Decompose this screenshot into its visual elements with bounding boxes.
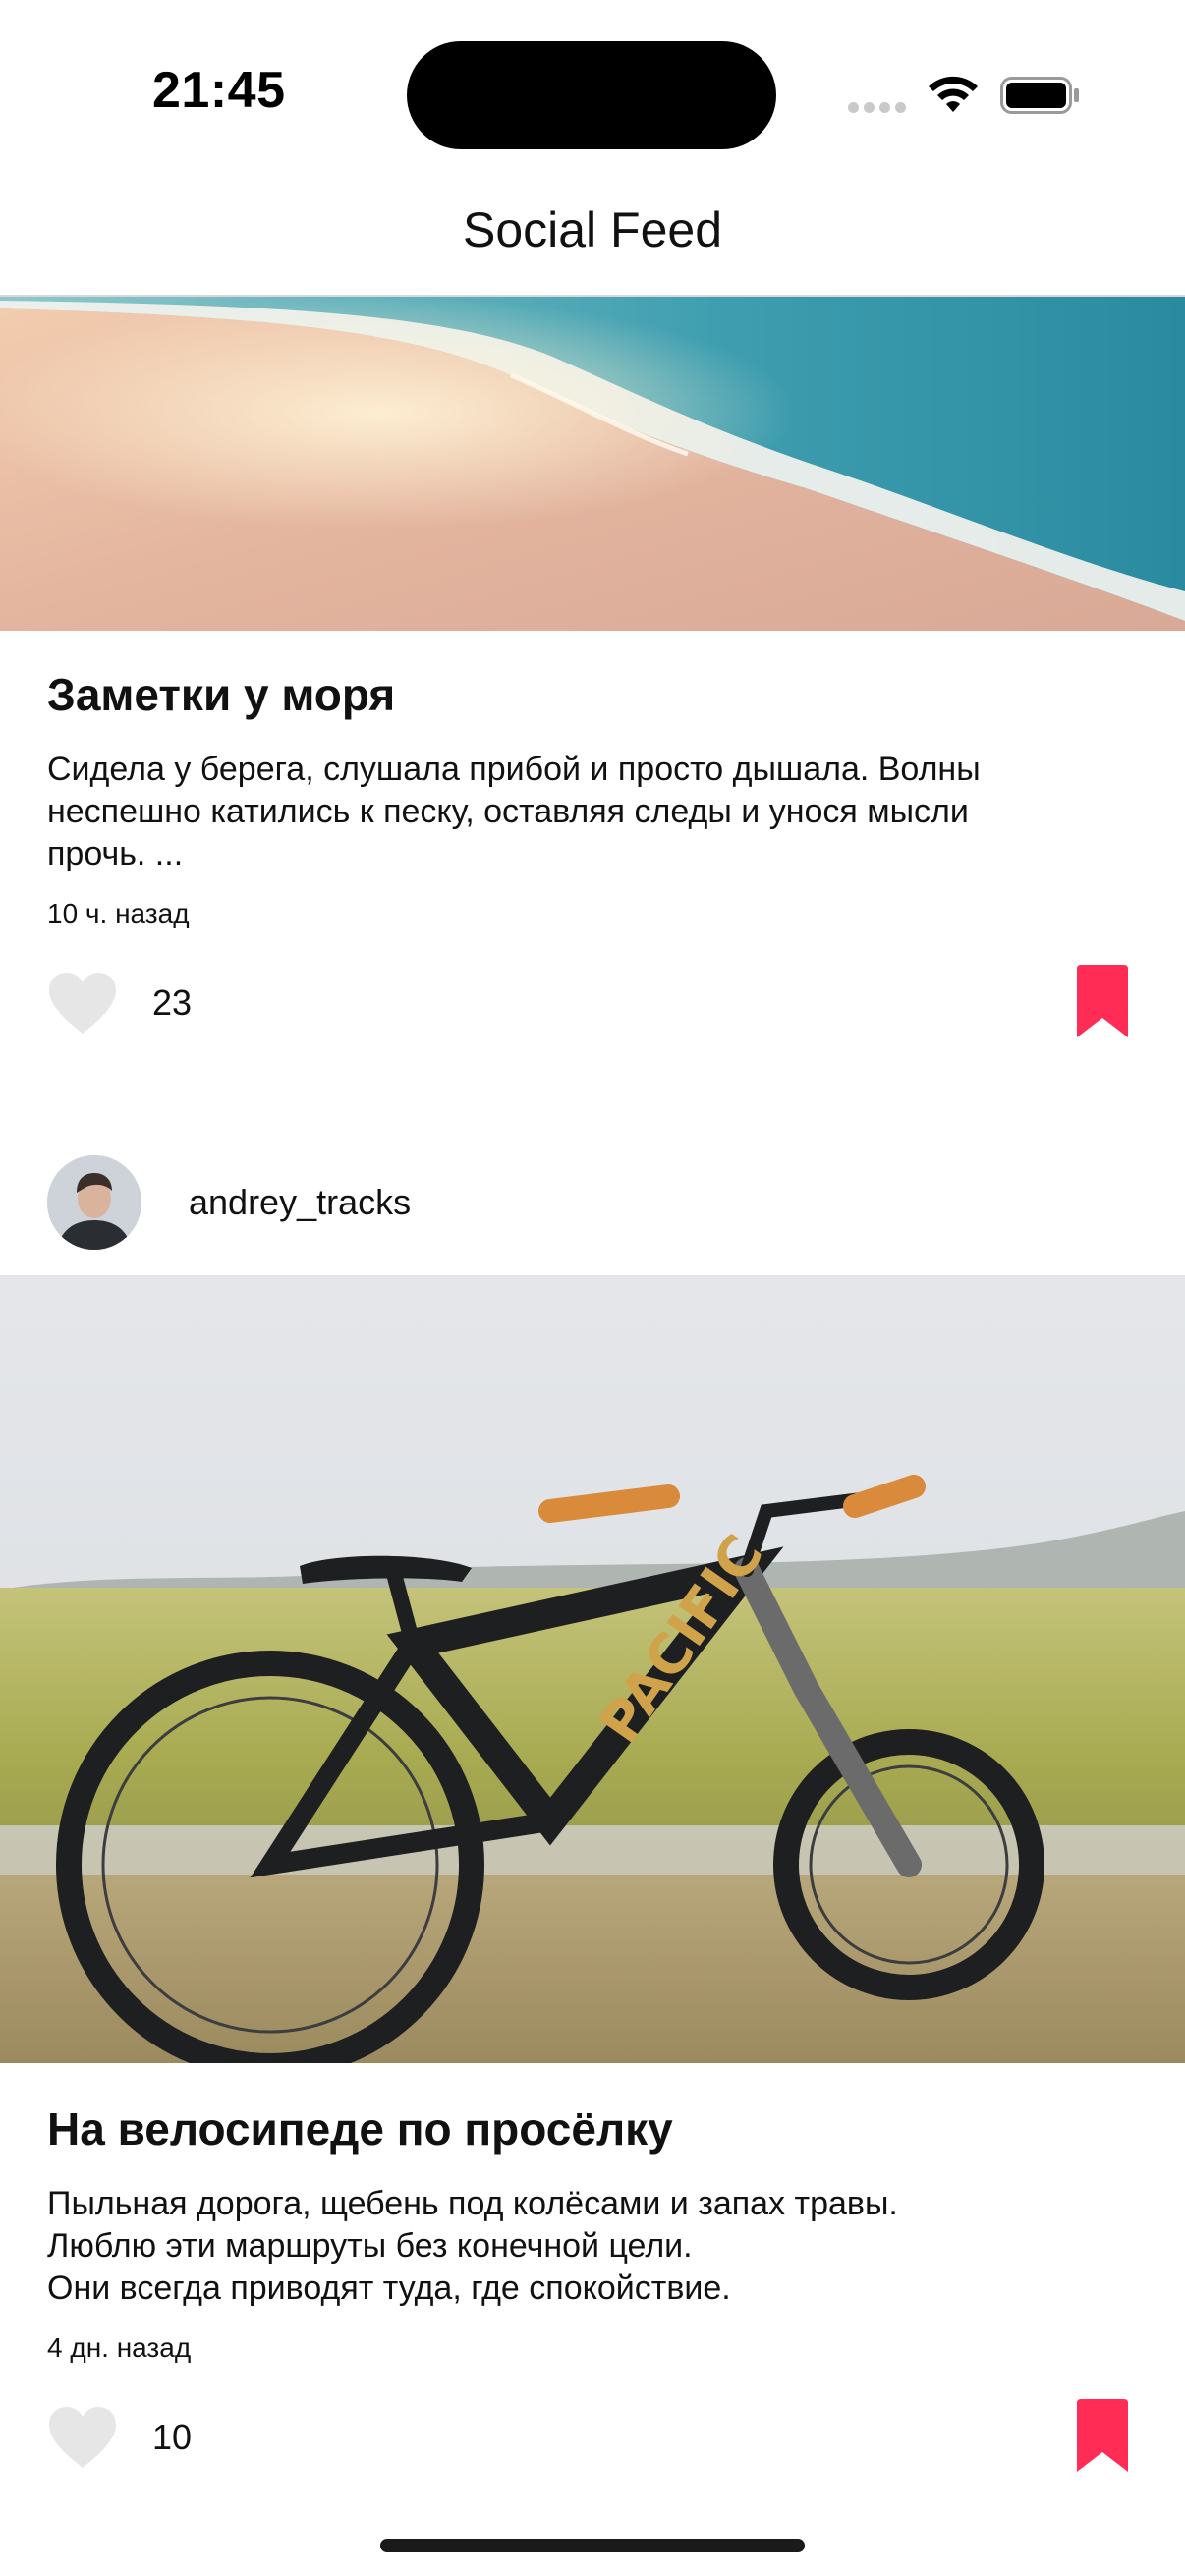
bookmark-icon[interactable]: [1075, 965, 1130, 1039]
author-username[interactable]: andrey_tracks: [189, 1182, 411, 1223]
post-body: Пыльная дорога, щебень под колёсами и за…: [47, 2185, 898, 2307]
page-title: Social Feed: [462, 202, 723, 257]
post-author-row[interactable]: andrey_tracks: [47, 1155, 1138, 1254]
post-body: Сидела у берега, слушала прибой и просто…: [47, 751, 981, 872]
post-time: 4 дн. назад: [47, 2332, 192, 2363]
like-heart-icon[interactable]: [45, 2405, 120, 2470]
like-count: 10: [152, 2417, 193, 2457]
home-indicator[interactable]: [380, 2539, 805, 2552]
wifi-icon: [929, 76, 978, 112]
post-image-beach[interactable]: [0, 297, 1185, 631]
cellular-signal-icon: [848, 102, 907, 116]
like-count: 23: [152, 982, 193, 1023]
post-time: 10 ч. назад: [47, 898, 190, 928]
status-bar: 21:45: [0, 0, 1185, 187]
like-heart-icon[interactable]: [45, 971, 120, 1036]
avatar[interactable]: [47, 1155, 141, 1250]
post-title: Заметки у моря: [47, 669, 396, 720]
dynamic-island: [407, 41, 776, 149]
post-image-bicycle[interactable]: PACIFIC: [0, 1275, 1185, 2063]
bookmark-icon[interactable]: [1075, 2399, 1130, 2474]
status-time: 21:45: [152, 62, 286, 119]
battery-icon: [1000, 77, 1079, 114]
post-title: На велосипеде по просёлку: [47, 2103, 673, 2155]
